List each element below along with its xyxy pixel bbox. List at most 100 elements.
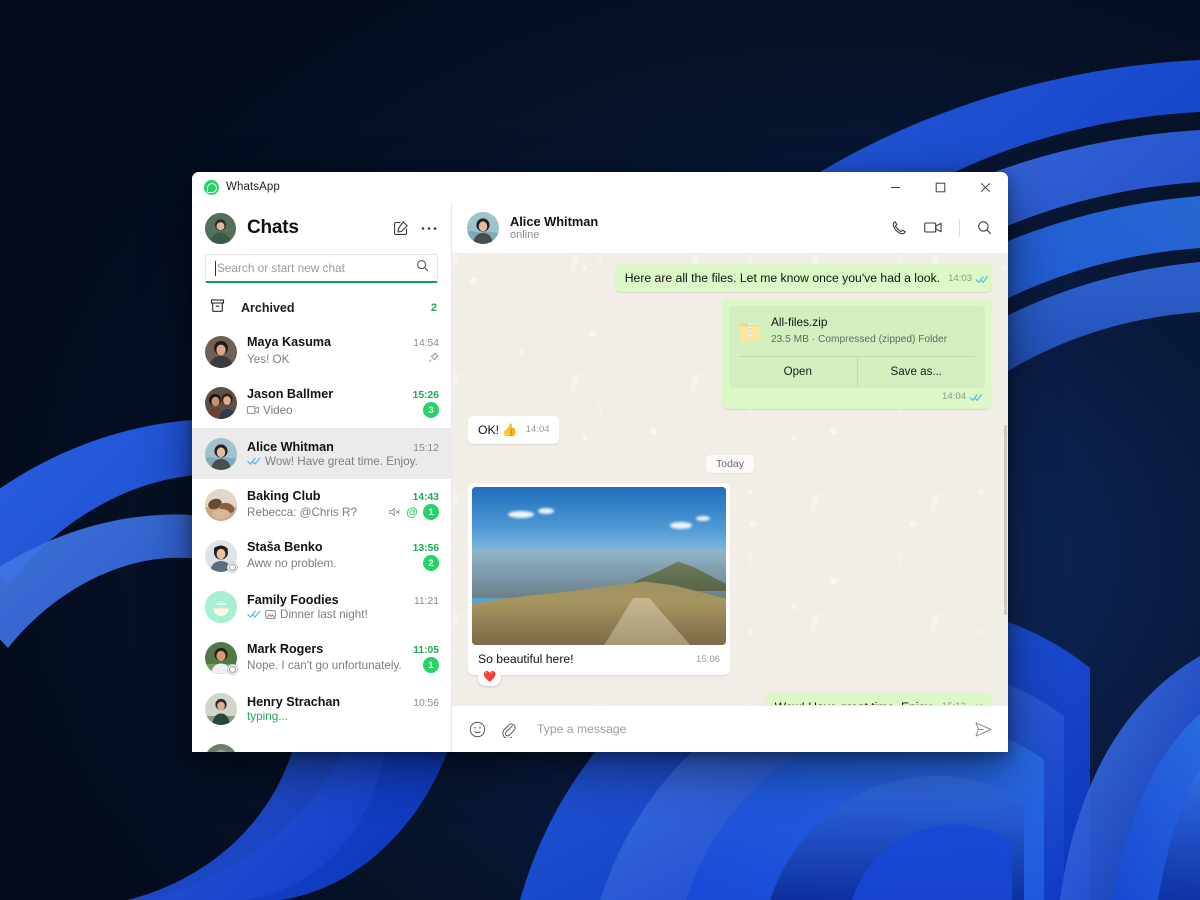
avatar-image	[205, 335, 237, 368]
chat-time: 14:54	[413, 338, 439, 349]
chat-name: Staša Benko	[247, 540, 323, 554]
message-bubble-file[interactable]: All-files.zip 23.5 MB · Compressed (zipp…	[722, 299, 992, 409]
search-in-chat-icon[interactable]	[977, 220, 992, 235]
chat-time: 15:26	[412, 390, 439, 401]
avatar	[205, 743, 237, 752]
unread-badge: 2	[423, 555, 439, 571]
message-photo[interactable]	[472, 487, 726, 646]
chat-pane: Alice Whitman online Here are all the fi…	[452, 202, 1008, 752]
search-input[interactable]: Search or start new chat	[205, 254, 438, 283]
overflow-menu-icon[interactable]	[421, 226, 437, 231]
maximize-button[interactable]	[918, 172, 963, 202]
message-input[interactable]: Type a message	[531, 722, 961, 736]
avatar-image	[205, 386, 237, 419]
sidebar-item-archived[interactable]: Archived 2	[192, 289, 451, 326]
search-placeholder: Search or start new chat	[217, 261, 345, 275]
avatar-image	[205, 488, 237, 521]
minimize-button[interactable]	[873, 172, 918, 202]
avatar-image	[205, 692, 237, 725]
list-item[interactable]: Mark Rogers 11:05 Nope. I can't go unfor…	[192, 632, 451, 683]
list-item[interactable]: Dawn Jones 8:32	[192, 734, 451, 752]
file-actions: Open Save as...	[739, 356, 975, 388]
list-item[interactable]: Family Foodies 11:21 Dinner last night!	[192, 581, 451, 632]
archive-icon	[210, 298, 225, 318]
chat-name: Family Foodies	[247, 592, 339, 607]
message-row: All-files.zip 23.5 MB · Compressed (zipp…	[468, 299, 992, 409]
mute-icon	[389, 507, 401, 517]
chat-preview: Rebecca: @Chris R?	[247, 505, 357, 519]
contact-status: online	[510, 229, 540, 241]
list-item-content: Jason Ballmer 15:26 Video 3	[247, 387, 439, 418]
list-item[interactable]: Jason Ballmer 15:26 Video 3	[192, 377, 451, 428]
video-call-icon[interactable]	[924, 221, 942, 234]
mute-badge-icon	[227, 663, 238, 675]
unread-badge: 1	[423, 657, 439, 673]
avatar[interactable]	[467, 211, 499, 244]
avatar[interactable]	[205, 212, 236, 244]
video-icon	[247, 405, 259, 415]
chat-name: Henry Strachan	[247, 694, 341, 709]
list-item[interactable]: Alice Whitman 15:12 Wow! Have great time…	[192, 428, 451, 479]
list-item[interactable]: Maya Kasuma 14:54 Yes! OK	[192, 326, 451, 377]
reaction-badge[interactable]: ❤️	[478, 670, 502, 686]
avatar	[205, 641, 238, 675]
desktop: WhatsApp Chats Search or start new chat …	[0, 0, 1200, 900]
message-bubble-outgoing[interactable]: Wow! Have great time. Enjoy. 15:12	[764, 692, 992, 705]
contact-name: Alice Whitman	[510, 214, 599, 229]
chat-preview: Wow! Have great time. Enjoy.	[265, 454, 418, 468]
message-row: Here are all the files. Let me know once…	[468, 264, 992, 293]
message-list[interactable]: Here are all the files. Let me know once…	[452, 254, 1008, 705]
emoji-icon[interactable]	[469, 721, 486, 738]
avatar	[205, 539, 238, 573]
message-caption: So beautiful here!	[478, 652, 574, 667]
open-button[interactable]: Open	[739, 357, 857, 388]
avatar-image	[205, 590, 237, 623]
message-list-inner: Here are all the files. Let me know once…	[468, 264, 992, 705]
list-item[interactable]: Henry Strachan 10:56 typing...	[192, 683, 451, 734]
message-time: 14:03	[948, 272, 973, 284]
list-item[interactable]: Staša Benko 13:56 Aww no problem. 2	[192, 530, 451, 581]
chat-list[interactable]: Archived 2 Maya Kasuma 14:54 Yes! OK Jas…	[192, 289, 451, 752]
message-bubble-outgoing[interactable]: Here are all the files. Let me know once…	[614, 264, 992, 293]
read-receipt-icon	[247, 609, 261, 619]
new-chat-icon[interactable]	[393, 220, 409, 236]
window-controls	[873, 172, 1008, 202]
chat-preview: typing...	[247, 709, 288, 723]
whatsapp-window: WhatsApp Chats Search or start new chat …	[192, 172, 1008, 752]
close-button[interactable]	[963, 172, 1008, 202]
message-bubble-image[interactable]: So beautiful here! 15:06 ❤️	[468, 483, 730, 686]
my-avatar-image	[205, 212, 236, 244]
message-row: OK! 👍 14:04	[468, 415, 992, 445]
chat-time: 15:12	[413, 442, 439, 454]
send-icon[interactable]	[975, 721, 992, 737]
avatar	[205, 488, 237, 521]
list-item-content: Henry Strachan 10:56 typing...	[247, 695, 439, 723]
archived-count: 2	[430, 301, 437, 314]
avatar	[205, 386, 237, 419]
window-titlebar: WhatsApp	[192, 172, 1008, 202]
divider	[959, 218, 960, 237]
read-receipt-icon	[975, 275, 989, 284]
message-text: Wow! Have great time. Enjoy.	[775, 699, 934, 705]
composer: Type a message	[452, 705, 1008, 752]
zip-folder-icon	[739, 319, 761, 343]
chat-time: 11:05	[413, 645, 439, 656]
message-bubble-incoming[interactable]: OK! 👍 14:04	[468, 415, 559, 445]
contact-info: Alice Whitman online	[510, 214, 598, 241]
page-title: Chats	[247, 217, 299, 238]
chat-name: Maya Kasuma	[247, 335, 331, 349]
chat-time: 13:56	[412, 543, 439, 554]
list-item[interactable]: Baking Club 14:43 Rebecca: @Chris R? @ 1	[192, 479, 451, 530]
text-caret	[215, 260, 216, 276]
day-divider: Today	[468, 455, 992, 474]
phone-icon[interactable]	[891, 220, 907, 236]
app-title: WhatsApp	[226, 181, 280, 193]
chat-preview: Aww no problem.	[247, 556, 337, 570]
unread-badge: 3	[423, 402, 439, 418]
save-as-button[interactable]: Save as...	[856, 357, 976, 388]
search-icon[interactable]	[416, 259, 429, 277]
chat-header[interactable]: Alice Whitman online	[452, 202, 1008, 254]
attach-icon[interactable]	[500, 721, 517, 738]
chat-time: 10:56	[413, 697, 439, 709]
message-scrollbar[interactable]	[1004, 254, 1008, 705]
